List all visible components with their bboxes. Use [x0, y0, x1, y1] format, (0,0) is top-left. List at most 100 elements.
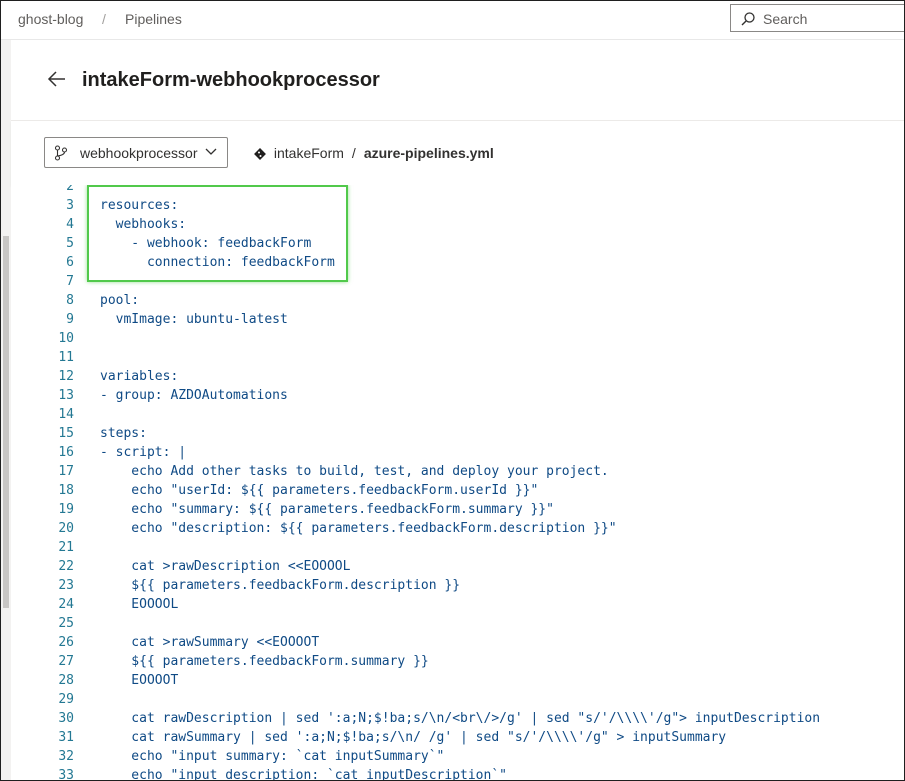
line-number: 19: [58, 502, 74, 517]
code-line[interactable]: 16 - script: |: [11, 443, 904, 462]
line-number: 28: [58, 673, 74, 688]
chevron-down-icon: [205, 148, 217, 155]
line-number: 13: [58, 388, 74, 403]
code-line[interactable]: 15 steps:: [11, 424, 904, 443]
branch-path-bar: webhookprocessor intakeForm / azure-pipeli…: [11, 121, 904, 186]
code-text[interactable]: steps:: [100, 424, 147, 443]
line-number: 27: [58, 654, 74, 669]
code-line[interactable]: 28 EOOOOT: [11, 671, 904, 690]
code-text[interactable]: webhooks:: [100, 215, 186, 234]
code-text[interactable]: pool:: [100, 291, 139, 310]
yaml-code-editor[interactable]: 2 3 resources: 4 webhooks: 5 - webhook: feed…: [11, 185, 904, 780]
line-number: 31: [58, 730, 74, 745]
code-text[interactable]: EOOOOL: [100, 595, 178, 614]
code-line[interactable]: 13 - group: AZDOAutomations: [11, 386, 904, 405]
code-line[interactable]: 14: [11, 405, 904, 424]
code-text[interactable]: cat rawDescription | sed ':a;N;$!ba;s/\n…: [100, 709, 820, 728]
code-line[interactable]: 24 EOOOOL: [11, 595, 904, 614]
breadcrumb-project[interactable]: ghost-blog: [18, 11, 83, 27]
line-number: 7: [66, 274, 74, 289]
code-line[interactable]: 29: [11, 690, 904, 709]
line-number: 29: [58, 692, 74, 707]
code-line[interactable]: 8 pool:: [11, 291, 904, 310]
breadcrumb-pipelines[interactable]: Pipelines: [125, 11, 182, 27]
code-line[interactable]: 3 resources:: [11, 196, 904, 215]
code-line[interactable]: 21: [11, 538, 904, 557]
code-text[interactable]: vmImage: ubuntu-latest: [100, 310, 288, 329]
line-number: 10: [58, 331, 74, 346]
code-line[interactable]: 27 ${{ parameters.feedbackForm.summary }…: [11, 652, 904, 671]
code-text[interactable]: echo "description: ${{ parameters.feedba…: [100, 519, 616, 538]
branch-icon: [54, 145, 68, 161]
search-input[interactable]: Search: [763, 11, 807, 27]
code-line[interactable]: 19 echo "summary: ${{ parameters.feedbac…: [11, 500, 904, 519]
line-number: 16: [58, 445, 74, 460]
code-line[interactable]: 30 cat rawDescription | sed ':a;N;$!ba;s…: [11, 709, 904, 728]
search-box[interactable]: Search: [730, 4, 904, 32]
code-text[interactable]: ${{ parameters.feedbackForm.summary }}: [100, 652, 428, 671]
line-number: 8: [66, 293, 74, 308]
line-number: 18: [58, 483, 74, 498]
code-line[interactable]: 10: [11, 329, 904, 348]
repo-name[interactable]: intakeForm: [274, 145, 344, 161]
line-number: 4: [66, 217, 74, 232]
code-line[interactable]: 32 echo "input summary: `cat inputSummar…: [11, 747, 904, 766]
code-text[interactable]: echo "input description: `cat inputDescr…: [100, 766, 507, 780]
line-number: 26: [58, 635, 74, 650]
code-line[interactable]: 18 echo "userId: ${{ parameters.feedback…: [11, 481, 904, 500]
code-line[interactable]: 26 cat >rawSummary <<EOOOOT: [11, 633, 904, 652]
page-title: intakeForm-webhookprocessor: [82, 69, 380, 91]
code-line[interactable]: 2: [11, 185, 904, 196]
search-icon: [741, 12, 755, 26]
code-line[interactable]: 12 variables:: [11, 367, 904, 386]
code-line[interactable]: 9 vmImage: ubuntu-latest: [11, 310, 904, 329]
path-separator: /: [351, 145, 356, 161]
line-number: 14: [58, 407, 74, 422]
left-scroll-strip: [1, 40, 11, 780]
file-name[interactable]: azure-pipelines.yml: [364, 145, 494, 161]
line-number: 15: [58, 426, 74, 441]
line-number: 12: [58, 369, 74, 384]
code-text[interactable]: connection: feedbackForm: [100, 253, 335, 272]
code-line[interactable]: 22 cat >rawDescription <<EOOOOL: [11, 557, 904, 576]
code-line[interactable]: 23 ${{ parameters.feedbackForm.descripti…: [11, 576, 904, 595]
code-text[interactable]: variables:: [100, 367, 178, 386]
code-line[interactable]: 17 echo Add other tasks to build, test, …: [11, 462, 904, 481]
code-line[interactable]: 31 cat rawSummary | sed ':a;N;$!ba;s/\n/…: [11, 728, 904, 747]
code-text[interactable]: ${{ parameters.feedbackForm.description …: [100, 576, 460, 595]
code-line[interactable]: 25: [11, 614, 904, 633]
line-number: 11: [58, 350, 74, 365]
pipeline-editor-window: ghost-blog / Pipelines Search intakeForm…: [0, 0, 905, 781]
line-number: 5: [66, 236, 74, 251]
code-line[interactable]: 11: [11, 348, 904, 367]
code-text[interactable]: echo "userId: ${{ parameters.feedbackFor…: [100, 481, 538, 500]
scrollbar-thumb[interactable]: [3, 236, 9, 608]
code-text[interactable]: - group: AZDOAutomations: [100, 386, 288, 405]
code-text[interactable]: echo "input summary: `cat inputSummary`": [100, 747, 444, 766]
code-line[interactable]: 6 connection: feedbackForm: [11, 253, 904, 272]
code-text[interactable]: - webhook: feedbackForm: [100, 234, 311, 253]
line-number: 2: [66, 185, 74, 194]
line-number: 23: [58, 578, 74, 593]
code-line[interactable]: 7: [11, 272, 904, 291]
line-number: 22: [58, 559, 74, 574]
code-line[interactable]: 5 - webhook: feedbackForm: [11, 234, 904, 253]
code-text[interactable]: cat >rawDescription <<EOOOOL: [100, 557, 350, 576]
git-repo-icon: [254, 148, 266, 160]
code-text[interactable]: EOOOOT: [100, 671, 178, 690]
code-text[interactable]: resources:: [100, 196, 178, 215]
code-text[interactable]: cat rawSummary | sed ':a;N;$!ba;s/\n/ /g…: [100, 728, 726, 747]
code-text[interactable]: echo "summary: ${{ parameters.feedbackFo…: [100, 500, 554, 519]
code-line[interactable]: 33 echo "input description: `cat inputDe…: [11, 766, 904, 780]
code-text[interactable]: cat >rawSummary <<EOOOOT: [100, 633, 319, 652]
branch-selector[interactable]: webhookprocessor: [44, 137, 228, 168]
code-line[interactable]: 4 webhooks:: [11, 215, 904, 234]
breadcrumb-separator: /: [102, 11, 106, 27]
code-text[interactable]: - script: |: [100, 443, 186, 462]
code-text[interactable]: echo Add other tasks to build, test, and…: [100, 462, 608, 481]
code-line[interactable]: 20 echo "description: ${{ parameters.fee…: [11, 519, 904, 538]
line-number: 25: [58, 616, 74, 631]
line-number: 20: [58, 521, 74, 536]
line-number: 30: [58, 711, 74, 726]
back-arrow-icon[interactable]: [47, 70, 67, 88]
